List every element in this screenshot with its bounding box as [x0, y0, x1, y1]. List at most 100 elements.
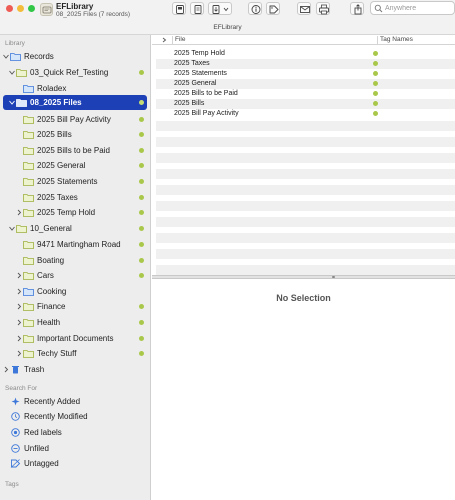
sidebar-item-label: Health — [37, 318, 61, 327]
file-list: 2025 Temp Hold 2025 Taxes 2025 Statement… — [156, 45, 455, 275]
sidebar-item-label: Techy Stuff — [37, 349, 77, 358]
email-button[interactable] — [297, 2, 311, 15]
sidebar-item-techy-stuff[interactable]: Techy Stuff — [0, 346, 150, 361]
table-row[interactable]: 2025 Taxes — [156, 59, 455, 69]
info-button[interactable] — [248, 2, 262, 15]
column-tag-names[interactable]: Tag Names — [380, 36, 413, 43]
label-icon — [11, 428, 20, 437]
unfiled-icon — [11, 444, 20, 453]
chevron-right-icon[interactable] — [16, 335, 22, 342]
sidebar-item-temp-hold[interactable]: 2025 Temp Hold — [0, 205, 150, 220]
folder-icon — [23, 257, 34, 265]
table-row[interactable]: 2025 Statements — [156, 69, 455, 79]
table-row[interactable]: 2025 Bills — [156, 99, 455, 109]
chevron-down-icon[interactable] — [3, 53, 9, 60]
sidebar-item-unfiled[interactable]: Unfiled — [0, 441, 150, 456]
sidebar-item-bill-pay-activity[interactable]: 2025 Bill Pay Activity — [0, 112, 150, 127]
print-button[interactable] — [316, 2, 330, 15]
expand-column-icon[interactable] — [162, 37, 168, 43]
divider-grip[interactable] — [332, 276, 335, 278]
chevron-down-icon[interactable] — [9, 69, 15, 76]
sidebar-item-cooking[interactable]: Cooking — [0, 284, 150, 299]
sidebar-item-recently-modified[interactable]: Recently Modified — [0, 409, 150, 424]
tag-dot — [139, 70, 144, 75]
sparkle-icon — [11, 397, 20, 406]
chevron-down-icon[interactable] — [9, 225, 15, 232]
sidebar-item-bills-to-be-paid[interactable]: 2025 Bills to be Paid — [0, 143, 150, 158]
search-field[interactable] — [370, 1, 455, 15]
file-name: 2025 Bills — [174, 100, 205, 107]
sidebar-item-finance[interactable]: Finance — [0, 299, 150, 314]
sidebar-item-quick-ref[interactable]: 03_Quick Ref_Testing — [0, 65, 150, 80]
import-menu-button[interactable] — [208, 2, 232, 15]
folder-icon — [23, 350, 34, 358]
chevron-right-icon[interactable] — [16, 272, 22, 279]
empty-row — [156, 169, 455, 179]
sidebar-item-2025-general[interactable]: 2025 General — [0, 158, 150, 173]
tag-dot — [373, 101, 378, 106]
chevron-right-icon[interactable] — [16, 209, 22, 216]
chevron-right-icon[interactable] — [16, 303, 22, 310]
sidebar-item-label: Cars — [37, 271, 54, 280]
sidebar-item-untagged[interactable]: Untagged — [0, 456, 150, 471]
tag-dot — [139, 148, 144, 153]
table-row[interactable]: 2025 Bills to be Paid — [156, 89, 455, 99]
sidebar-item-label: 2025 Bill Pay Activity — [37, 115, 111, 124]
folder-icon — [23, 272, 34, 280]
column-file[interactable]: File — [175, 36, 185, 43]
sidebar-item-bills[interactable]: 2025 Bills — [0, 127, 150, 142]
minimize-window-button[interactable] — [17, 5, 24, 12]
chevron-down-icon[interactable] — [9, 99, 15, 106]
sidebar-item-label: Records — [24, 52, 54, 61]
table-row[interactable]: 2025 General — [156, 79, 455, 89]
sidebar-item-trash[interactable]: Trash — [0, 362, 150, 377]
tag-dot — [139, 242, 144, 247]
empty-row — [156, 233, 455, 243]
chevron-right-icon[interactable] — [16, 350, 22, 357]
tags-button[interactable] — [266, 2, 280, 15]
column-header: File Tag Names — [152, 35, 455, 45]
folder-icon — [23, 131, 34, 139]
no-selection-label: No Selection — [276, 293, 331, 303]
chevron-right-icon[interactable] — [16, 288, 22, 295]
sidebar-item-label: Important Documents — [37, 334, 114, 343]
sidebar-item-important-documents[interactable]: Important Documents — [0, 331, 150, 346]
sidebar-item-label: Trash — [24, 365, 45, 374]
sidebar-item-cars[interactable]: Cars — [0, 268, 150, 283]
sidebar-item-records[interactable]: Records — [0, 49, 150, 64]
sidebar-item-red-labels[interactable]: Red labels — [0, 425, 150, 440]
tag-dot — [373, 61, 378, 66]
empty-row — [156, 201, 455, 211]
chevron-right-icon[interactable] — [3, 366, 9, 373]
new-document-button[interactable] — [190, 2, 204, 15]
sidebar-item-label: 08_2025 Files — [30, 98, 82, 107]
sidebar-item-taxes[interactable]: 2025 Taxes — [0, 190, 150, 205]
sidebar-item-boating[interactable]: Boating — [0, 253, 150, 268]
zoom-window-button[interactable] — [28, 5, 35, 12]
share-button[interactable] — [350, 2, 364, 15]
tag-dot — [373, 91, 378, 96]
sidebar-item-health[interactable]: Health — [0, 315, 150, 330]
search-input[interactable] — [385, 3, 451, 14]
sidebar-item-martingham[interactable]: 9471 Martingham Road — [0, 237, 150, 252]
tag-dot — [139, 210, 144, 215]
archive-button[interactable] — [172, 2, 186, 15]
group-folder-icon — [23, 288, 34, 296]
tag-dot — [139, 320, 144, 325]
tags-section-label: Tags — [5, 481, 19, 488]
table-row[interactable]: 2025 Temp Hold — [156, 49, 455, 59]
group-folder-icon — [23, 85, 34, 93]
window-title: EFLibrary — [56, 2, 94, 11]
table-row[interactable]: 2025 Bill Pay Activity — [156, 109, 455, 119]
preview-pane: No Selection — [152, 279, 455, 500]
sidebar-item-2025-files[interactable]: 08_2025 Files — [3, 95, 147, 110]
title-bar: EFLibrary 08_2025 Files (7 records) — [0, 0, 455, 22]
sidebar-item-label: Recently Modified — [24, 412, 88, 421]
sidebar-item-statements[interactable]: 2025 Statements — [0, 174, 150, 189]
sidebar-item-recently-added[interactable]: Recently Added — [0, 394, 150, 409]
sidebar-item-roladex[interactable]: Roladex — [0, 81, 150, 96]
chevron-right-icon[interactable] — [16, 319, 22, 326]
folder-icon — [23, 319, 34, 327]
sidebar-item-general[interactable]: 10_General — [0, 221, 150, 236]
close-window-button[interactable] — [6, 5, 13, 12]
